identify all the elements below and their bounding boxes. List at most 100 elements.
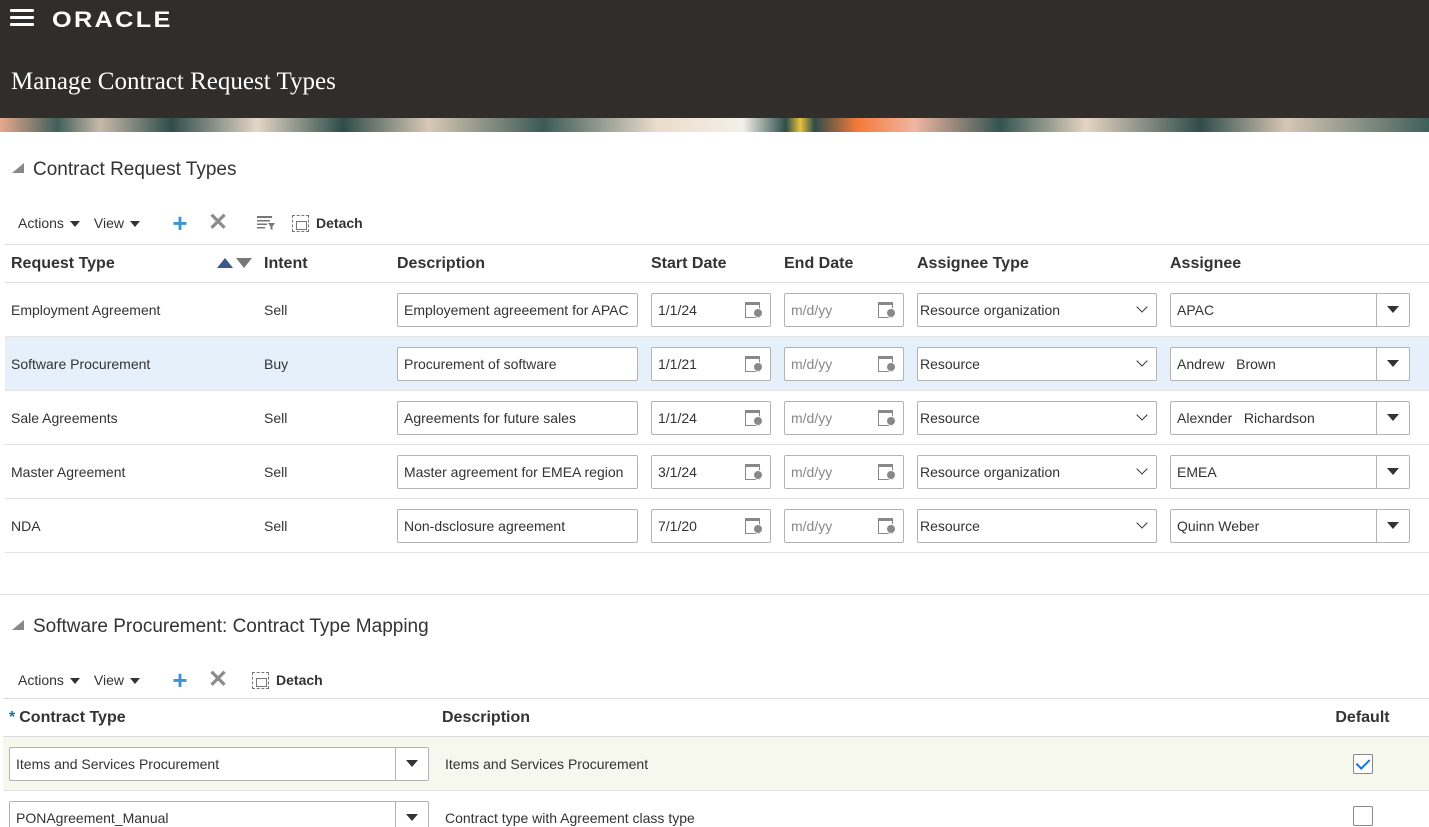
calendar-icon[interactable] <box>744 355 764 373</box>
request-type-cell: Employment Agreement <box>5 282 258 337</box>
end-date-input[interactable]: m/d/yy <box>784 346 904 381</box>
table-header-row: Request Type Intent Description Start Da… <box>5 244 1429 283</box>
calendar-icon[interactable] <box>877 409 897 427</box>
description-input[interactable]: Employement agreeement for APAC <box>397 292 638 327</box>
start-date-input[interactable]: 1/1/24 <box>651 292 771 327</box>
sort-descending-icon[interactable] <box>236 258 252 268</box>
table-row[interactable]: Software Procurement Buy Procurement of … <box>5 336 1429 391</box>
end-date-input[interactable]: m/d/yy <box>784 454 904 489</box>
filter-icon[interactable] <box>254 211 278 235</box>
assignee-type-select[interactable]: Resource <box>917 400 1157 435</box>
calendar-icon[interactable] <box>877 355 897 373</box>
mapping-toolbar: Actions View + ✕ Detach <box>18 667 323 693</box>
calendar-icon[interactable] <box>744 409 764 427</box>
view-label: View <box>93 672 125 688</box>
actions-menu[interactable]: Actions <box>18 672 80 688</box>
assignee-combobox[interactable]: EMEA <box>1170 454 1410 489</box>
assignee-type-select[interactable]: Resource <box>917 346 1157 381</box>
end-date-input[interactable]: m/d/yy <box>784 508 904 543</box>
actions-menu[interactable]: Actions <box>18 215 80 231</box>
calendar-icon[interactable] <box>744 463 764 481</box>
dropdown-button[interactable] <box>395 747 428 780</box>
dropdown-button[interactable] <box>1376 509 1409 542</box>
table-row[interactable]: Master Agreement Sell Master agreement f… <box>5 444 1429 499</box>
contract-type-combobox[interactable]: Items and Services Procurement <box>9 746 429 781</box>
detach-icon <box>292 214 310 232</box>
column-header-assignee[interactable]: Assignee <box>1164 244 1429 283</box>
detach-label: Detach <box>316 215 363 231</box>
delete-icon[interactable]: ✕ <box>206 211 230 235</box>
assignee-combobox[interactable]: APAC <box>1170 292 1410 327</box>
end-date-input[interactable]: m/d/yy <box>784 292 904 327</box>
collapse-icon[interactable] <box>12 163 24 173</box>
column-header-description[interactable]: Description <box>391 244 645 283</box>
section-header-request-types[interactable]: Contract Request Types <box>12 159 236 181</box>
description-input[interactable]: Agreements for future sales <box>397 400 638 435</box>
table-row[interactable]: PONAgreement_Manual Contract type with A… <box>3 790 1429 827</box>
dropdown-button[interactable] <box>1376 455 1409 488</box>
detach-button[interactable]: Detach <box>292 214 363 232</box>
intent-cell: Buy <box>258 336 391 391</box>
column-header-end-date[interactable]: End Date <box>778 244 911 283</box>
decorative-banner <box>0 118 1429 132</box>
description-cell: Items and Services Procurement <box>436 736 1296 791</box>
description-input[interactable]: Non-dsclosure agreement <box>397 508 638 543</box>
end-date-input[interactable]: m/d/yy <box>784 400 904 435</box>
caret-down-icon <box>69 221 80 227</box>
menu-icon[interactable] <box>10 9 34 29</box>
request-types-table: Request Type Intent Description Start Da… <box>5 244 1429 553</box>
start-date-input[interactable]: 1/1/21 <box>651 346 771 381</box>
calendar-icon[interactable] <box>877 517 897 535</box>
add-icon[interactable]: + <box>168 667 192 693</box>
assignee-type-select[interactable]: Resource organization <box>917 454 1157 489</box>
required-marker: * <box>9 708 16 726</box>
assignee-combobox[interactable]: Andrew Brown <box>1170 346 1410 381</box>
dropdown-button[interactable] <box>1376 293 1409 326</box>
sort-ascending-icon[interactable] <box>217 258 233 268</box>
chevron-down-icon <box>1136 409 1148 421</box>
description-input[interactable]: Procurement of software <box>397 346 638 381</box>
column-header-request-type[interactable]: Request Type <box>5 244 258 283</box>
assignee-type-select[interactable]: Resource <box>917 508 1157 543</box>
calendar-icon[interactable] <box>877 463 897 481</box>
table-row[interactable]: Sale Agreements Sell Agreements for futu… <box>5 390 1429 445</box>
section-header-contract-type-mapping[interactable]: Software Procurement: Contract Type Mapp… <box>12 616 429 638</box>
description-input[interactable]: Master agreement for EMEA region <box>397 454 638 489</box>
start-date-input[interactable]: 1/1/24 <box>651 400 771 435</box>
collapse-icon[interactable] <box>12 620 24 630</box>
section-divider <box>0 594 1429 595</box>
actions-label: Actions <box>18 672 64 688</box>
default-checkbox[interactable] <box>1352 806 1373 826</box>
intent-cell: Sell <box>258 444 391 499</box>
column-header-contract-type[interactable]: * Contract Type <box>3 698 436 737</box>
column-header-assignee-type[interactable]: Assignee Type <box>911 244 1164 283</box>
calendar-icon[interactable] <box>877 301 897 319</box>
view-menu[interactable]: View <box>94 215 141 231</box>
intent-cell: Sell <box>258 498 391 553</box>
assignee-combobox[interactable]: Alexnder Richardson <box>1170 400 1410 435</box>
column-header-start-date[interactable]: Start Date <box>645 244 778 283</box>
assignee-combobox[interactable]: Quinn Weber <box>1170 508 1410 543</box>
dropdown-button[interactable] <box>1376 347 1409 380</box>
default-checkbox[interactable] <box>1352 753 1373 774</box>
calendar-icon[interactable] <box>744 517 764 535</box>
dropdown-button[interactable] <box>395 801 428 827</box>
calendar-icon[interactable] <box>744 301 764 319</box>
sort-icons[interactable] <box>217 258 252 268</box>
detach-button[interactable]: Detach <box>252 671 323 689</box>
start-date-input[interactable]: 3/1/24 <box>651 454 771 489</box>
assignee-type-select[interactable]: Resource organization <box>917 292 1157 327</box>
column-header-description[interactable]: Description <box>436 698 1296 737</box>
dropdown-button[interactable] <box>1376 401 1409 434</box>
table-row[interactable]: Items and Services Procurement Items and… <box>3 736 1429 791</box>
start-date-input[interactable]: 7/1/20 <box>651 508 771 543</box>
add-icon[interactable]: + <box>168 210 192 236</box>
contract-type-combobox[interactable]: PONAgreement_Manual <box>9 800 429 827</box>
column-header-default[interactable]: Default <box>1296 698 1429 737</box>
intent-cell: Sell <box>258 390 391 445</box>
table-row[interactable]: NDA Sell Non-dsclosure agreement 7/1/20 … <box>5 498 1429 553</box>
table-row[interactable]: Employment Agreement Sell Employement ag… <box>5 282 1429 337</box>
view-menu[interactable]: View <box>93 672 141 688</box>
delete-icon[interactable]: ✕ <box>206 668 230 692</box>
column-header-intent[interactable]: Intent <box>258 244 391 283</box>
